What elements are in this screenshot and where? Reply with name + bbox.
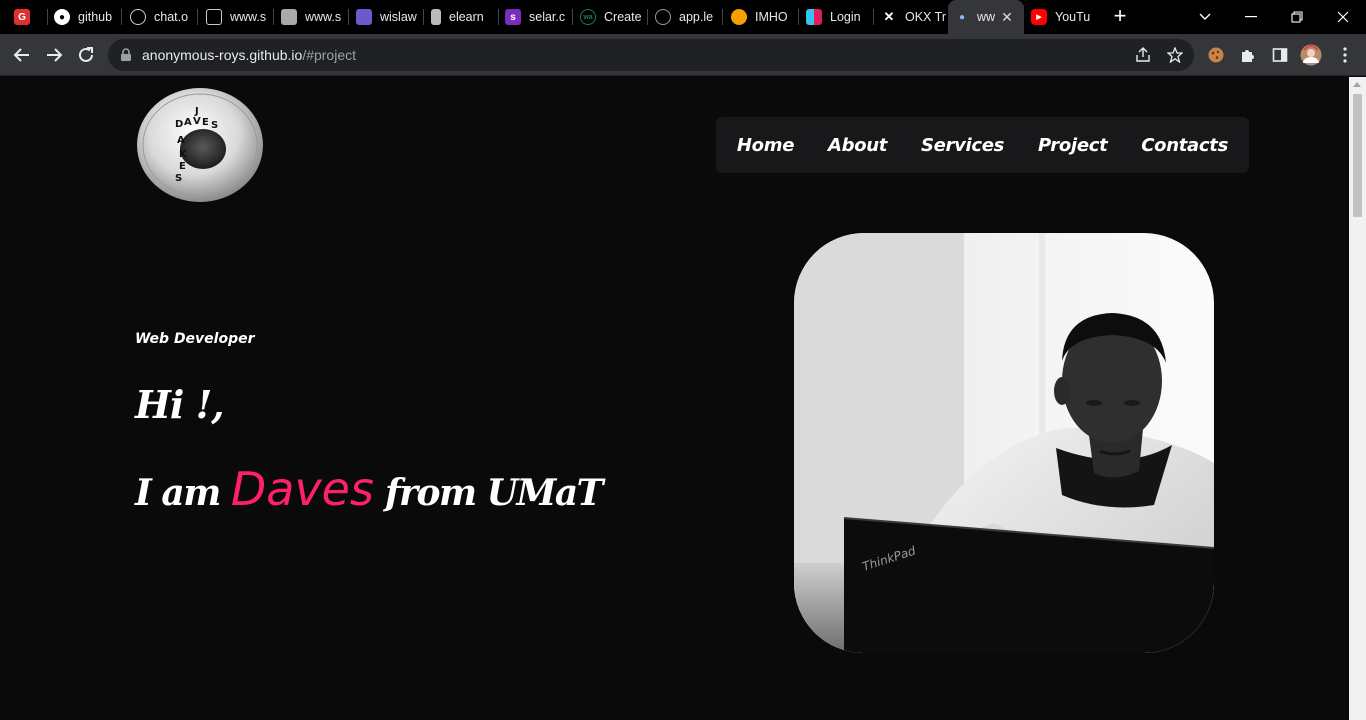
tab-11[interactable]: Login (806, 0, 874, 34)
forward-icon[interactable] (42, 43, 66, 67)
intro-suffix: from UMaT (385, 472, 603, 514)
nav-services-link[interactable]: Services (921, 135, 1004, 156)
minimize-icon[interactable] (1228, 0, 1274, 34)
tab-7[interactable]: s selar.c (505, 0, 573, 34)
svg-text:S: S (175, 173, 182, 184)
cube-outline-icon (206, 9, 222, 25)
tab-2[interactable]: chat.o (130, 0, 198, 34)
lock-icon[interactable] (120, 48, 132, 67)
svg-text:A: A (184, 117, 192, 128)
side-panel-icon[interactable] (1269, 44, 1291, 66)
slack-icon (806, 9, 822, 25)
tab-6[interactable]: elearn (431, 0, 499, 34)
share-icon[interactable] (1132, 44, 1154, 66)
svg-text:J: J (194, 106, 199, 117)
tab-1[interactable]: ● github (54, 0, 122, 34)
svg-text:D: D (175, 119, 183, 130)
url-text[interactable]: anonymous-roys.github.io/#project (142, 47, 356, 63)
tab-13-active[interactable]: ● ww ✕ (948, 0, 1024, 34)
web-page: DAV ES J AK ES Home About Services Proje… (0, 77, 1349, 720)
tab-12[interactable]: ✕ OKX Tr (881, 0, 947, 34)
hero-greeting: Hi !, (135, 382, 224, 427)
hero-photo: ThinkPad (794, 233, 1214, 653)
intro-prefix: I am (135, 472, 221, 514)
nav-project-link[interactable]: Project (1038, 135, 1108, 156)
svg-text:E: E (179, 161, 186, 172)
close-icon[interactable]: ✕ (1001, 9, 1013, 26)
extensions-puzzle-icon[interactable] (1237, 44, 1259, 66)
tab-3[interactable]: www.s (206, 0, 274, 34)
close-window-icon[interactable] (1320, 0, 1366, 34)
intro-name: Daves (230, 462, 374, 516)
tab-10[interactable]: IMHO (731, 0, 799, 34)
scrollbar-thumb[interactable] (1353, 94, 1362, 217)
back-icon[interactable] (10, 43, 34, 67)
page-icon (431, 9, 441, 25)
tab-bar: G ● github chat.o www.s www.s wislaw ele… (0, 0, 1366, 34)
svg-text:S: S (211, 120, 218, 131)
page-scrollbar[interactable] (1349, 77, 1366, 720)
site-logo[interactable]: DAV ES J AK ES (135, 87, 265, 203)
github-icon: ● (54, 9, 70, 25)
svg-text:V: V (193, 116, 201, 127)
browser-toolbar: anonymous-roys.github.io/#project (0, 34, 1366, 76)
tab-5[interactable]: wislaw (356, 0, 424, 34)
tab-9[interactable]: app.le (655, 0, 723, 34)
openai-icon (130, 9, 146, 25)
address-bar[interactable]: anonymous-roys.github.io/#project (108, 39, 1194, 71)
hero-role: Web Developer (135, 331, 255, 347)
okx-icon: ✕ (883, 9, 895, 24)
cube-icon (281, 9, 297, 25)
nav-home-link[interactable]: Home (737, 135, 795, 156)
hero-intro: I am Daves from UMaT (135, 462, 603, 516)
nav-contacts-link[interactable]: Contacts (1141, 135, 1228, 156)
tab-search-icon[interactable] (1182, 0, 1228, 34)
menu-kebab-icon[interactable] (1334, 44, 1356, 66)
imho-icon (731, 9, 747, 25)
bookmark-star-icon[interactable] (1164, 44, 1186, 66)
tab-14[interactable]: ▶ YouTu (1031, 0, 1097, 34)
app-red-icon: G (14, 9, 30, 25)
youtube-icon: ▶ (1031, 9, 1047, 25)
main-nav: Home About Services Project Contacts (716, 117, 1249, 173)
tab-4[interactable]: www.s (281, 0, 349, 34)
profile-avatar[interactable] (1300, 44, 1322, 66)
reload-icon[interactable] (74, 43, 98, 67)
tab-8[interactable]: wa Create (580, 0, 648, 34)
wislaw-icon (356, 9, 372, 25)
svg-text:E: E (202, 117, 209, 128)
cookie-extension-icon[interactable] (1205, 44, 1227, 66)
tab-0[interactable]: G (14, 0, 48, 34)
scroll-up-icon[interactable] (1353, 82, 1361, 87)
restore-icon[interactable] (1274, 0, 1320, 34)
page-icon: ● (958, 11, 966, 23)
svg-text:A: A (177, 135, 185, 146)
nav-about-link[interactable]: About (828, 135, 887, 156)
selar-icon: s (505, 9, 521, 25)
new-tab-button[interactable]: + (1108, 5, 1132, 29)
svg-text:K: K (179, 149, 188, 160)
wa-icon: wa (580, 9, 596, 25)
app-le-icon (655, 9, 671, 25)
